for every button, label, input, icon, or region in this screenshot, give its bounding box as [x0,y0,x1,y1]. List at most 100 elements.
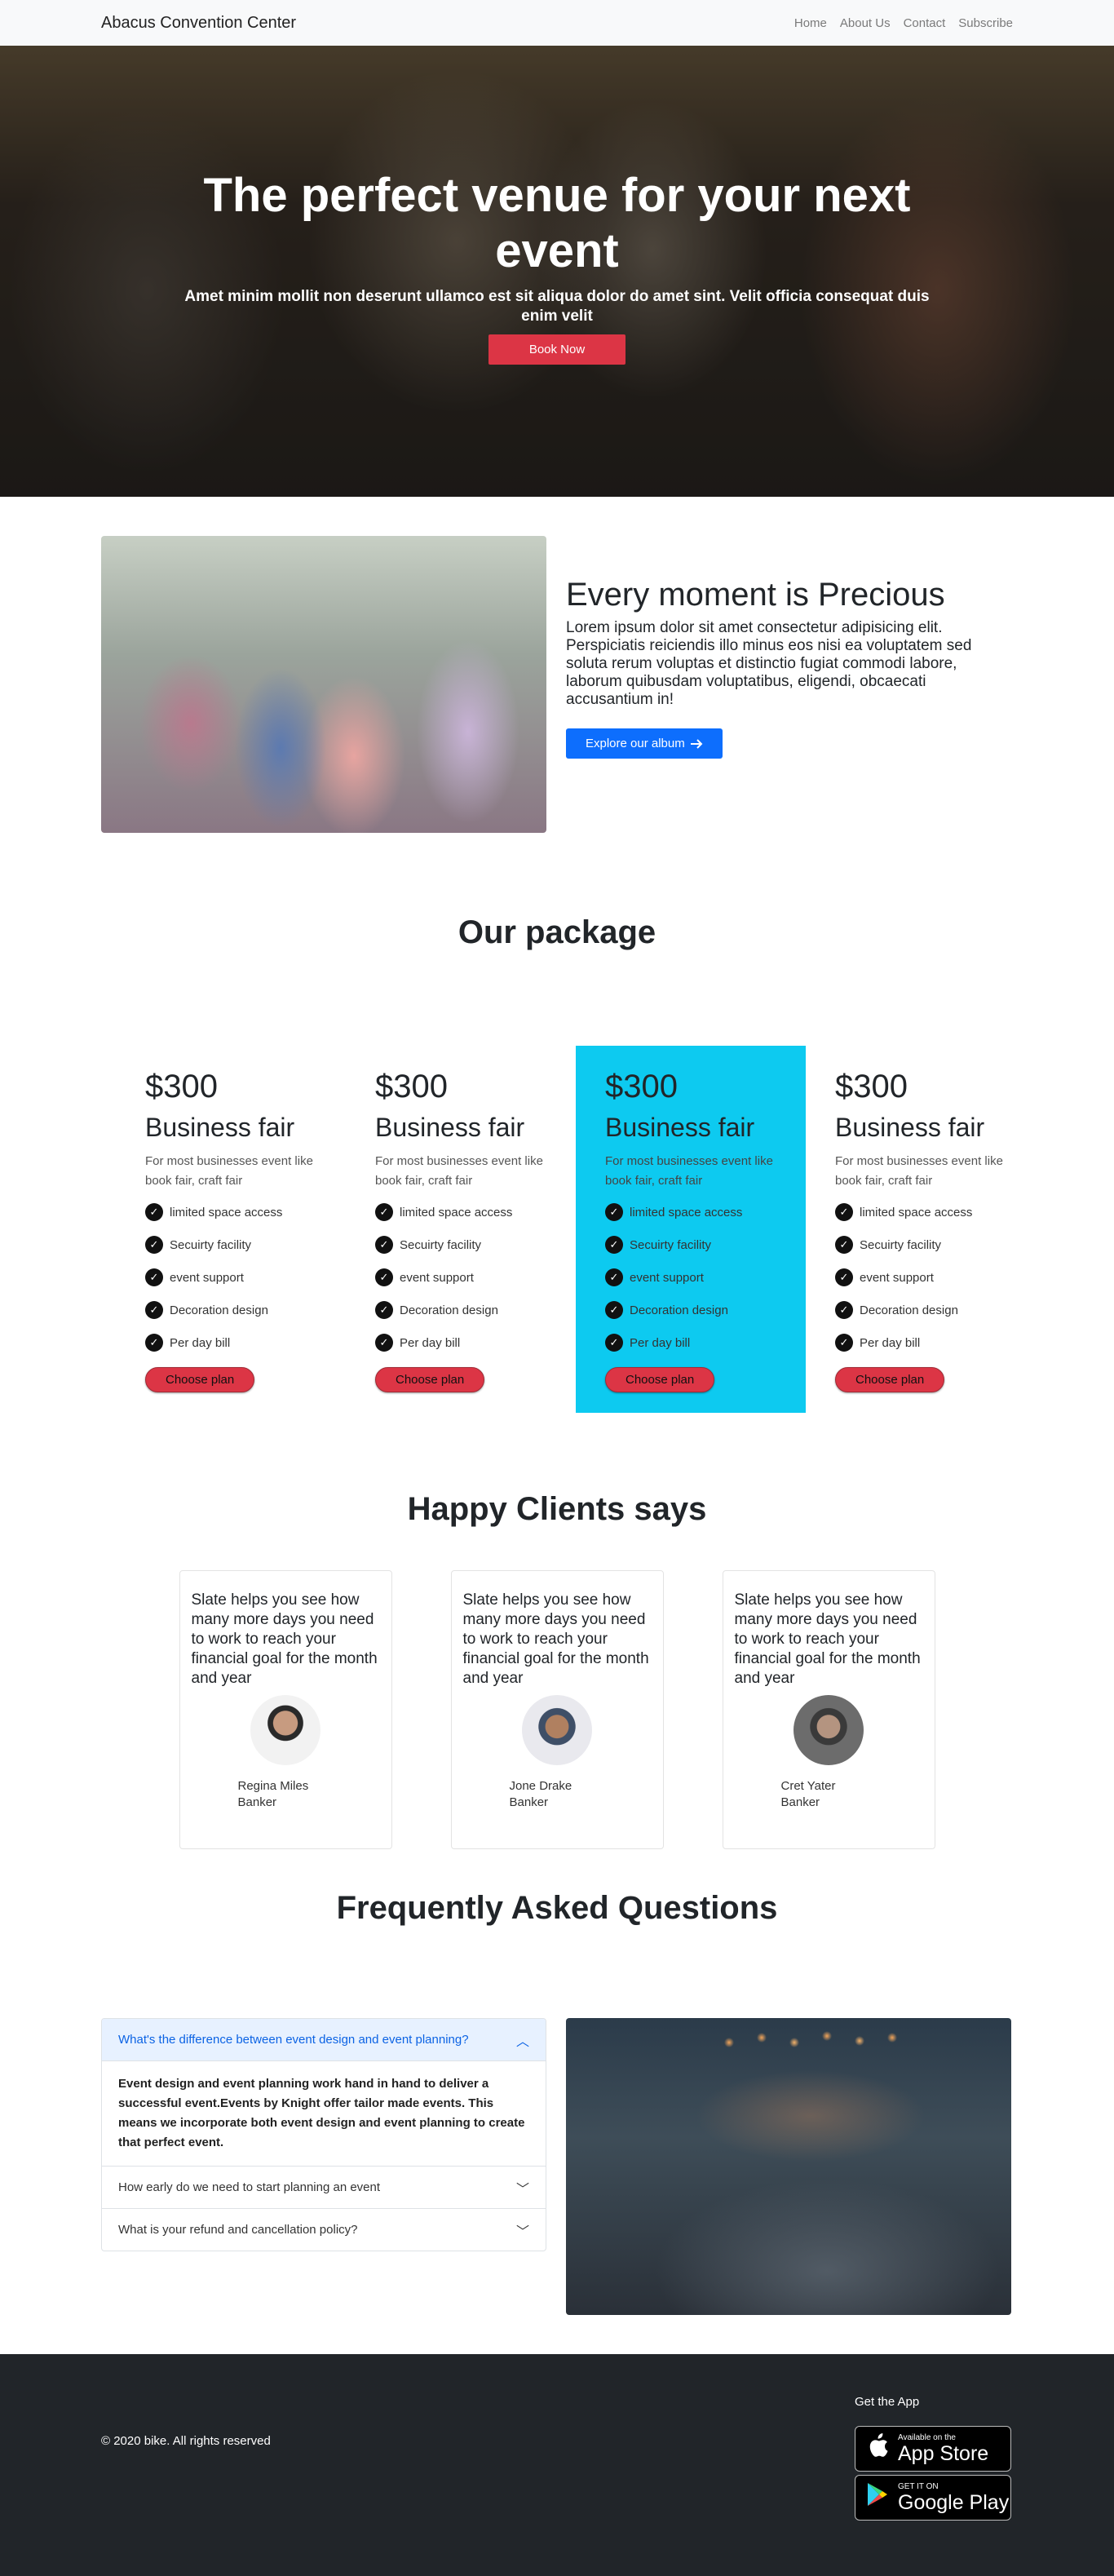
faq-question-3[interactable]: What is your refund and cancellation pol… [102,2208,546,2251]
google-play-button[interactable]: GET IT ON Google Play [855,2475,1011,2521]
chevron-down-icon: ﹀ [515,2224,529,2239]
nav-link-home[interactable]: Home [794,16,827,30]
package-feature: ✓ event support [605,1261,776,1294]
faq-question-1[interactable]: What's the difference between event desi… [102,2019,546,2061]
package-name: Business fair [605,1113,755,1142]
check-circle-icon: ✓ [375,1301,393,1319]
nav-link-subscribe[interactable]: Subscribe [958,16,1013,30]
check-circle-icon: ✓ [145,1268,163,1286]
about-text: Every moment is Precious Lorem ipsum dol… [566,536,1011,833]
about-body: Lorem ipsum dolor sit amet consectetur a… [566,619,972,708]
package-feature: ✓ Decoration design [145,1294,316,1326]
clients-row: Slate helps you see how many more days y… [0,1570,1114,1849]
about-image [101,536,546,833]
faq-question-2[interactable]: How early do we need to start planning a… [102,2166,546,2208]
check-circle-icon: ✓ [605,1268,623,1286]
package-feature: ✓ event support [145,1261,316,1294]
package-price: $300 [145,1069,218,1104]
check-circle-icon: ✓ [145,1301,163,1319]
check-circle-icon: ✓ [145,1236,163,1254]
package-desc: For most businesses event like book fair… [835,1154,1003,1188]
choose-plan-button[interactable]: Choose plan [835,1367,945,1392]
package-feature: ✓ Secuirty facility [145,1228,316,1261]
package-features: ✓ limited space access ✓ Secuirty facility… [375,1196,546,1359]
check-circle-icon: ✓ [605,1334,623,1352]
package-feature: ✓ Decoration design [375,1294,546,1326]
faq-section: What's the difference between event desi… [0,2018,1114,2315]
testimonial-quote: Slate helps you see how many more days y… [734,1591,921,1687]
nav-link-contact[interactable]: Contact [904,16,946,30]
packages-row: $300 Business fair For most businesses e… [0,1046,1114,1413]
google-play-icon [864,2482,891,2513]
navbar: Abacus Convention Center Home About Us C… [0,0,1114,46]
package-price: $300 [835,1069,908,1104]
arrow-right-icon [690,738,703,749]
package-card: $300 Business fair For most businesses e… [116,1046,346,1413]
package-features: ✓ limited space access ✓ Secuirty facility… [835,1196,1006,1359]
check-circle-icon: ✓ [145,1334,163,1352]
chevron-up-icon: ︿ [515,2034,529,2049]
testimonial-card: Slate helps you see how many more days y… [179,1570,392,1849]
book-now-button[interactable]: Book Now [488,334,626,365]
package-feature: ✓ limited space access [835,1196,1006,1228]
package-desc: For most businesses event like book fair… [375,1154,543,1188]
package-card-featured: $300 Business fair For most businesses e… [576,1046,806,1413]
check-circle-icon: ✓ [605,1203,623,1221]
get-app-label: Get the App [855,2395,920,2409]
client-role: Banker [509,1795,549,1809]
choose-plan-button[interactable]: Choose plan [145,1367,255,1392]
testimonial-card: Slate helps you see how many more days y… [722,1570,935,1849]
check-circle-icon: ✓ [835,1203,853,1221]
check-circle-icon: ✓ [835,1268,853,1286]
choose-plan-button[interactable]: Choose plan [605,1367,715,1392]
package-feature: ✓ Per day bill [375,1326,546,1359]
testimonial-quote: Slate helps you see how many more days y… [462,1591,649,1687]
testimonial-quote: Slate helps you see how many more days y… [191,1591,378,1687]
package-features: ✓ limited space access ✓ Secuirty facility… [605,1196,776,1359]
package-price: $300 [605,1069,678,1104]
package-price: $300 [375,1069,448,1104]
app-store-button[interactable]: Available on the App Store [855,2426,1011,2472]
hero-title: The perfect venue for your next event [203,169,911,277]
check-circle-icon: ✓ [605,1236,623,1254]
hero-subtitle: Amet minim mollit non deserunt ullamco e… [184,288,930,325]
explore-album-label: Explore our album [586,737,685,750]
nav-link-about-us[interactable]: About Us [840,16,891,30]
avatar [250,1695,320,1765]
about-section: Every moment is Precious Lorem ipsum dol… [0,497,1114,833]
package-feature: ✓ Decoration design [835,1294,1006,1326]
hero-carousel: The perfect venue for your next event Am… [0,46,1114,497]
package-name: Business fair [375,1113,525,1142]
client-name: Regina Miles [237,1779,309,1793]
package-feature: ✓ Decoration design [605,1294,776,1326]
package-name: Business fair [145,1113,295,1142]
avatar [794,1695,864,1765]
package-card: $300 Business fair For most businesses e… [806,1046,1036,1413]
faq-answer-1: Event design and event planning work han… [118,2077,525,2149]
faq-title: Frequently Asked Questions [336,1890,778,1926]
package-card: $300 Business fair For most businesses e… [346,1046,576,1413]
packages-title: Our package [458,914,656,950]
choose-plan-button[interactable]: Choose plan [375,1367,485,1392]
check-circle-icon: ✓ [835,1236,853,1254]
package-feature: ✓ Secuirty facility [605,1228,776,1261]
package-feature: ✓ limited space access [375,1196,546,1228]
chevron-down-icon: ﹀ [515,2182,529,2197]
nav-links: Home About Us Contact Subscribe [794,16,1013,30]
client-name: Cret Yater [780,1779,836,1793]
hero-caption: The perfect venue for your next event Am… [0,169,1114,365]
check-circle-icon: ✓ [835,1334,853,1352]
package-feature: ✓ Per day bill [605,1326,776,1359]
faq-accordion: What's the difference between event desi… [101,2018,546,2251]
faq-image [566,2018,1011,2315]
footer: © 2020 bike. All rights reserved Get the… [0,2354,1114,2576]
client-role: Banker [237,1795,277,1809]
package-features: ✓ limited space access ✓ Secuirty facility… [145,1196,316,1359]
package-name: Business fair [835,1113,985,1142]
explore-album-button[interactable]: Explore our album [566,728,723,759]
brand[interactable]: Abacus Convention Center [101,14,296,33]
avatar [522,1695,592,1765]
check-circle-icon: ✓ [375,1203,393,1221]
package-desc: For most businesses event like book fair… [145,1154,313,1188]
check-circle-icon: ✓ [375,1334,393,1352]
